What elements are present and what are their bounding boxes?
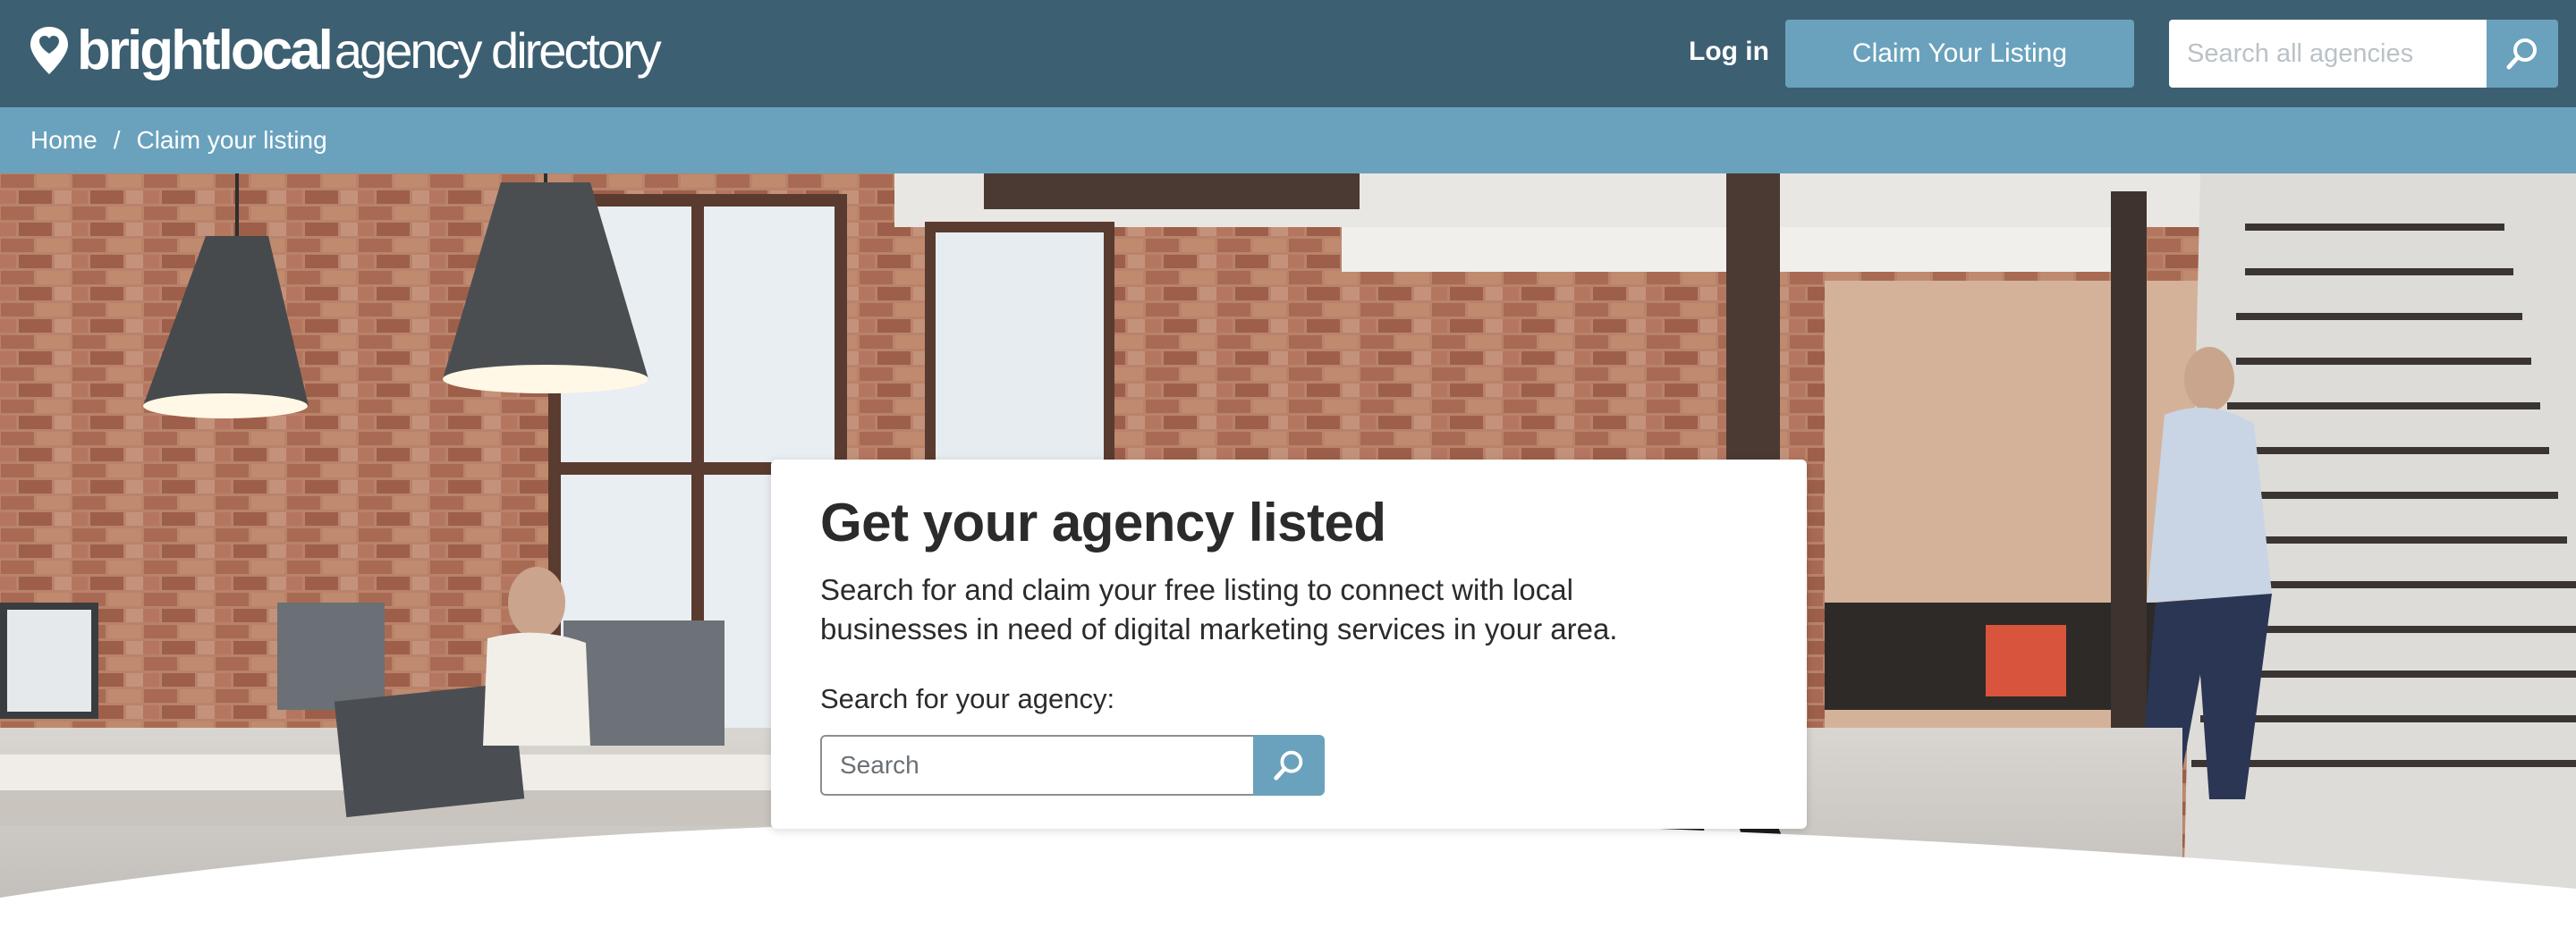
map-pin-heart-icon [30, 27, 68, 74]
search-icon [2506, 38, 2537, 70]
breadcrumb-separator: / [113, 126, 121, 154]
breadcrumb: Home / Claim your listing [0, 107, 2576, 173]
logo-text-light: agency directory [334, 22, 662, 79]
claim-listing-button[interactable]: Claim Your Listing [1785, 20, 2134, 88]
search-icon [1274, 750, 1303, 780]
claim-listing-card: Get your agency listed Search for and cl… [771, 460, 1807, 829]
agency-search-input[interactable] [2169, 20, 2487, 88]
search-button[interactable] [1253, 735, 1325, 796]
search-input[interactable] [820, 735, 1253, 796]
header-search-button[interactable] [2487, 20, 2558, 88]
login-link[interactable]: Log in [1689, 34, 1769, 70]
brand-logo[interactable]: brightlocal agency directory [27, 20, 662, 82]
breadcrumb-current: Claim your listing [136, 126, 327, 154]
card-description: Search for and claim your free listing t… [820, 573, 1618, 645]
top-navbar: brightlocal agency directory Log in Clai… [0, 0, 2576, 107]
search-label: Search for your agency: [820, 683, 1115, 714]
agency-search-form [820, 735, 1446, 796]
page-title: Get your agency listed [820, 493, 1386, 553]
breadcrumb-home-link[interactable]: Home [30, 126, 97, 155]
hero-section: Get your agency listed Search for and cl… [0, 173, 2576, 945]
logo-text-bold: brightlocal [77, 20, 334, 81]
